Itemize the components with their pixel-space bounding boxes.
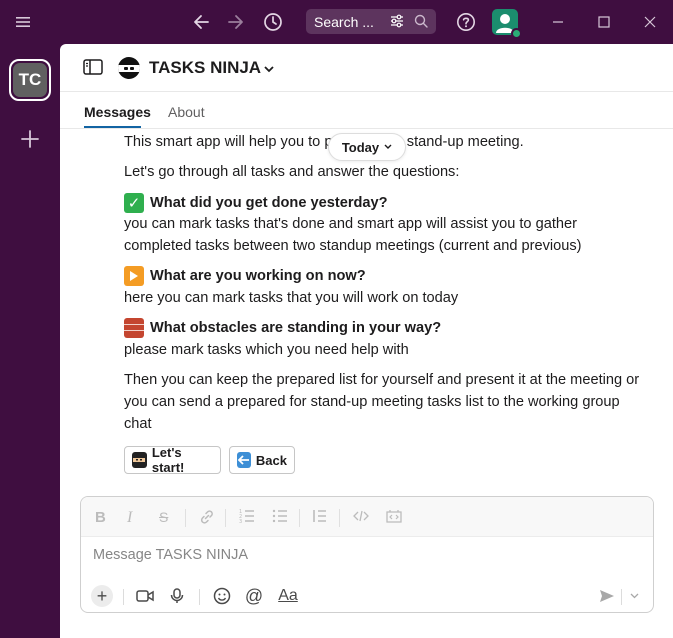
question-obstacles: What obstacles are standing in your way? — [124, 318, 441, 338]
check-mark-icon: ✓ — [124, 193, 144, 213]
code-block-icon[interactable] — [386, 509, 402, 526]
question-text: What did you get done yesterday? — [150, 195, 388, 211]
back-arrow-icon[interactable] — [191, 12, 211, 32]
app-logo-ninja-icon — [118, 57, 140, 79]
ordered-list-icon[interactable]: 123 — [239, 509, 255, 526]
user-avatar[interactable] — [492, 9, 522, 39]
tab-messages[interactable]: Messages — [84, 104, 151, 120]
strikethrough-icon[interactable]: S — [159, 509, 168, 525]
maximize-window-icon[interactable] — [596, 14, 612, 30]
question-working-now: What are you working on now? — [124, 266, 366, 286]
button-label: Back — [255, 452, 287, 468]
emoji-smile-icon[interactable] — [211, 585, 233, 607]
date-divider-today[interactable]: Today — [328, 133, 406, 161]
add-workspace-plus-icon[interactable] — [18, 127, 42, 151]
history-clock-icon[interactable] — [262, 11, 284, 33]
message-text: please mark tasks which you need help wi… — [124, 342, 409, 358]
forward-arrow-icon[interactable] — [226, 12, 246, 32]
svg-text:3: 3 — [239, 519, 242, 523]
search-bar[interactable]: Search ... — [306, 9, 436, 34]
ninja-icon — [132, 452, 147, 468]
top-bar: Search ... — [0, 0, 673, 44]
date-label: Today — [341, 139, 380, 155]
composer-actions: + @ Aa — [81, 581, 653, 612]
message-line: This smart app will help you to p the sta… — [124, 134, 524, 150]
message-text: completed tasks between two standup meet… — [124, 238, 582, 254]
channel-header: TASKS NINJA — [60, 44, 673, 92]
italic-icon[interactable]: I — [127, 509, 132, 527]
tab-about[interactable]: About — [168, 104, 205, 120]
chevron-down-icon — [384, 144, 392, 149]
message-text: you can mark tasks that's done and smart… — [124, 216, 577, 232]
minimize-window-icon[interactable] — [550, 14, 566, 30]
send-icon[interactable] — [597, 585, 617, 607]
bullet-list-icon[interactable] — [272, 509, 288, 526]
active-tab-indicator — [84, 126, 141, 128]
blockquote-icon[interactable] — [313, 509, 327, 526]
left-arrow-icon — [237, 452, 251, 468]
help-icon[interactable] — [455, 11, 477, 33]
close-window-icon[interactable] — [642, 14, 658, 30]
question-done-yesterday: ✓ What did you get done yesterday? — [124, 193, 388, 213]
workspace-initials: TC — [13, 63, 47, 97]
send-options-chevron-icon[interactable] — [627, 585, 641, 607]
presence-indicator — [511, 28, 522, 39]
microphone-icon[interactable] — [167, 585, 187, 607]
question-text: What obstacles are standing in your way? — [150, 320, 442, 336]
message-text: Let's go through all tasks and answer th… — [124, 164, 460, 180]
message-text: you can send a prepared for stand-up mee… — [124, 394, 620, 410]
play-button-icon — [124, 266, 144, 286]
lets-start-button[interactable]: Let's start! — [124, 445, 221, 475]
link-icon[interactable] — [199, 509, 215, 528]
button-label: Let's start! — [151, 445, 185, 475]
message-text: Then you can keep the prepared list for … — [124, 372, 640, 388]
mention-at-icon[interactable]: @ — [243, 585, 265, 607]
hamburger-menu-icon[interactable] — [14, 14, 32, 30]
message-text: This smart app will help you to p — [124, 134, 333, 150]
message-list: This smart app will help you to p the sta… — [60, 130, 673, 496]
back-button[interactable]: Back — [229, 446, 295, 474]
brick-icon — [124, 318, 144, 338]
toggle-sidebar-icon[interactable] — [83, 59, 103, 80]
question-text: What are you working on now? — [150, 268, 366, 284]
channel-title-dropdown[interactable]: TASKS NINJA — [149, 58, 274, 78]
workspace-switcher[interactable]: TC — [9, 59, 51, 101]
message-input[interactable]: Message TASKS NINJA — [93, 547, 248, 563]
code-icon[interactable] — [353, 509, 369, 526]
text-formatting-toggle[interactable]: Aa — [275, 585, 301, 607]
message-text: here you can mark tasks that you will wo… — [124, 290, 459, 306]
video-camera-icon[interactable] — [135, 585, 155, 607]
search-icon[interactable] — [414, 14, 428, 31]
message-composer: B I S 123 Message TASKS NINJA + @ Aa — [80, 496, 654, 613]
attach-plus-icon[interactable]: + — [91, 585, 113, 607]
workspace-rail: TC — [0, 44, 60, 638]
chevron-down-icon — [264, 62, 274, 76]
filter-sliders-icon[interactable] — [390, 14, 404, 31]
channel-title: TASKS NINJA — [149, 58, 262, 77]
bold-icon[interactable]: B — [95, 509, 106, 526]
main-panel: TASKS NINJA Messages About This smart ap… — [60, 44, 673, 638]
tab-bar: Messages About — [60, 93, 673, 129]
search-placeholder: Search ... — [314, 13, 374, 30]
formatting-toolbar: B I S 123 — [81, 497, 653, 537]
message-text: chat — [124, 416, 152, 432]
